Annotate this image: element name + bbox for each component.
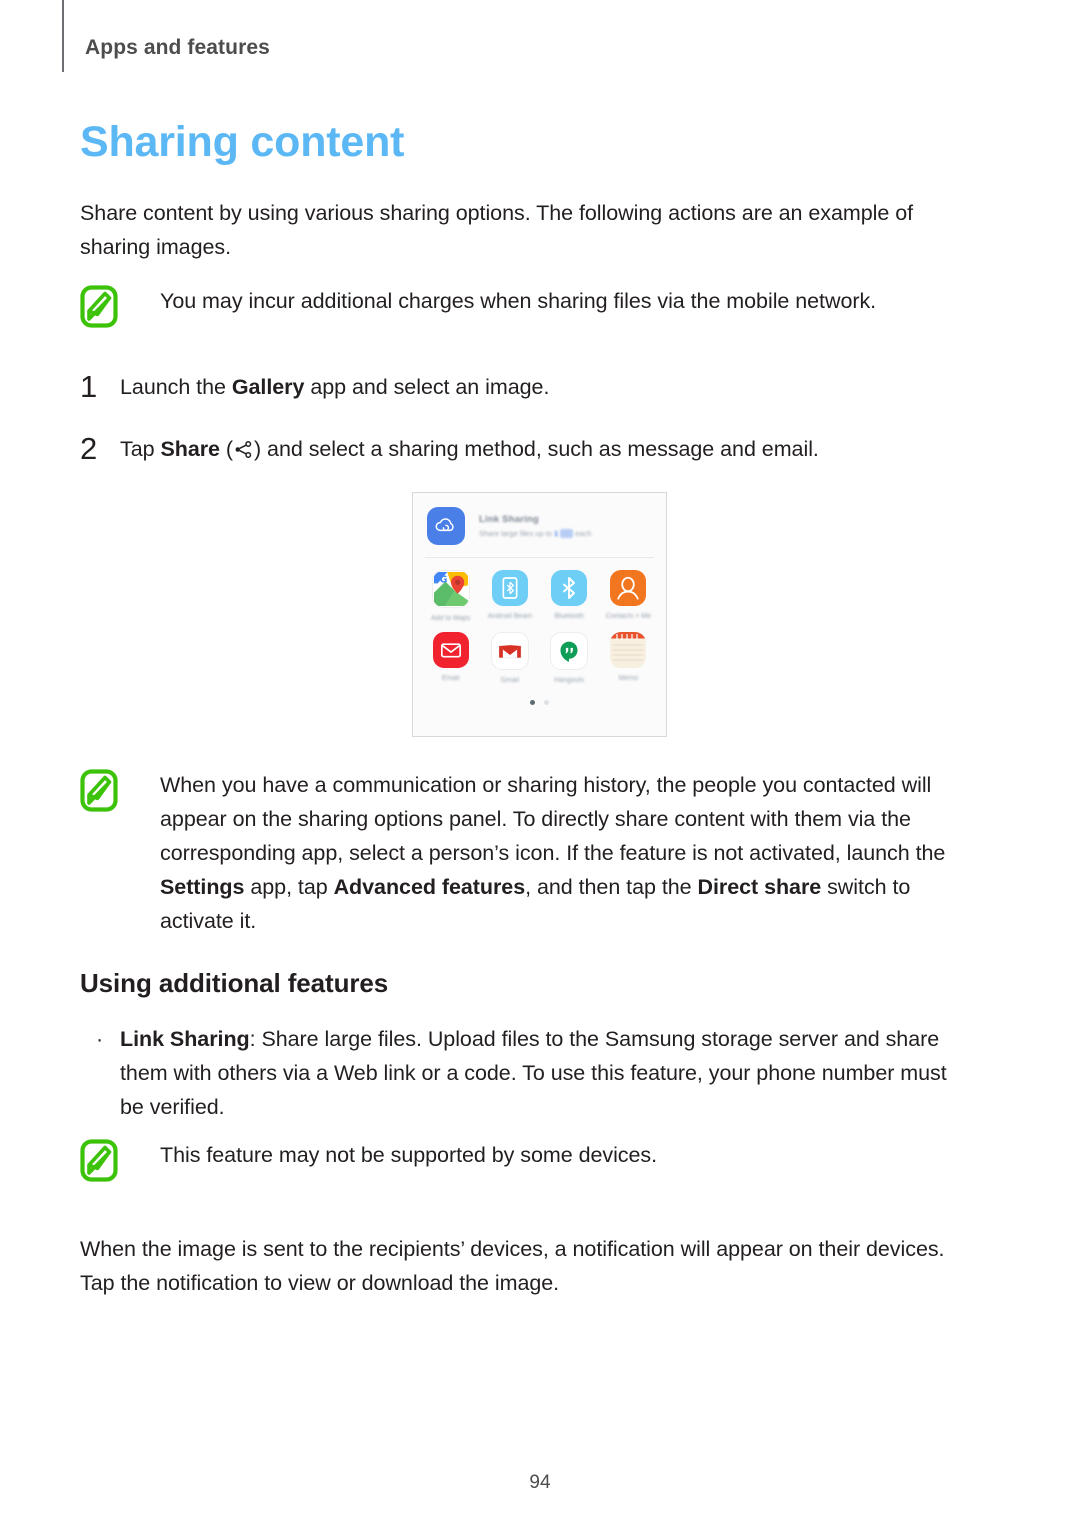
step-1-part-0: Launch the	[120, 375, 232, 399]
gmail-icon	[490, 632, 529, 670]
bullet-marker: ·	[96, 1027, 104, 1051]
share-target-memo[interactable]: Memo	[599, 632, 658, 686]
link-sharing-text: Link Sharing Share large files up to 1 G…	[479, 514, 592, 538]
bullet-link-sharing: · Link Sharing: Share large files. Uploa…	[96, 1022, 976, 1124]
step-1-text: Launch the Gallery app and select an ima…	[120, 370, 549, 404]
sharing-panel-screenshot: Link Sharing Share large files up to 1 G…	[412, 492, 667, 737]
contacts-icon	[610, 570, 647, 606]
share-target-bluetooth[interactable]: Bluetooth	[540, 570, 599, 624]
link-sub-unit: GB	[560, 529, 574, 538]
note-block-direct-share: When you have a communication or sharing…	[78, 768, 978, 938]
svg-text:G: G	[439, 574, 447, 585]
subheading-using-additional-features: Using additional features	[80, 968, 389, 998]
note-block-charges: You may incur additional charges when sh…	[78, 284, 978, 330]
note2-part-4: , and then tap the	[525, 875, 698, 899]
intro-paragraph: Share content by using various sharing o…	[80, 201, 914, 259]
share-target-android-beam[interactable]: Android Beam	[480, 570, 539, 624]
step-2-text: Tap Share ( ) and select a sharing metho…	[120, 432, 819, 469]
share-target-label: Android Beam	[487, 613, 533, 620]
note2-part-direct-share: Direct share	[697, 875, 822, 899]
note2-part-advanced-features: Advanced features	[333, 875, 526, 899]
step-2-part-1: Share	[160, 437, 220, 461]
step-2-part-2: (	[219, 437, 234, 461]
share-target-label: Bluetooth	[554, 613, 584, 620]
note-text: This feature may not be supported by som…	[160, 1143, 658, 1167]
step-2-part-0: Tap	[120, 437, 161, 461]
bullet-text: Link Sharing: Share large files. Upload …	[120, 1022, 976, 1124]
samsung-note-icon	[78, 284, 124, 330]
link-sharing-subtitle: Share large files up to 1 GB each	[479, 529, 592, 538]
note-text: You may incur additional charges when sh…	[160, 289, 877, 313]
share-target-label: Gmail	[500, 677, 520, 684]
share-target-hangouts[interactable]: Hangouts	[540, 632, 599, 686]
breadcrumb-section: Apps and features	[85, 36, 270, 59]
link-sharing-title: Link Sharing	[479, 514, 539, 525]
step-1-part-2: app and select an image.	[304, 375, 550, 399]
share-icon	[234, 435, 253, 469]
cloud-link-icon	[427, 507, 465, 545]
step-2: 2 Tap Share ( ) and select a sharing met…	[80, 432, 960, 469]
share-target-gmail[interactable]: Gmail	[480, 632, 539, 686]
note2-part-settings: Settings	[160, 875, 245, 899]
link-sub-value: 1	[554, 529, 559, 538]
hangouts-icon	[550, 632, 589, 670]
bullet-term: Link Sharing	[120, 1027, 250, 1051]
android-beam-icon	[491, 570, 528, 606]
page-number: 94	[529, 1472, 551, 1493]
email-icon	[432, 632, 469, 668]
page-dot-active[interactable]	[530, 700, 535, 705]
samsung-note-icon	[78, 1138, 124, 1184]
note-block-unsupported: This feature may not be supported by som…	[78, 1138, 978, 1184]
page-indicator	[413, 700, 666, 705]
samsung-note-icon	[78, 768, 124, 814]
note-text: When you have a communication or sharing…	[160, 768, 978, 938]
share-target-contacts[interactable]: Contacts > Me	[599, 570, 658, 624]
note2-part-0: When you have a communication or sharing…	[160, 773, 946, 865]
bluetooth-icon	[551, 570, 588, 606]
share-target-label: Hangouts	[554, 677, 585, 684]
link-sub-suffix: each	[573, 529, 592, 538]
step-1: 1 Launch the Gallery app and select an i…	[80, 370, 960, 404]
link-sharing-row[interactable]: Link Sharing Share large files up to 1 G…	[413, 493, 666, 557]
step-1-number: 1	[80, 369, 98, 404]
share-target-email[interactable]: Email	[421, 632, 480, 686]
note2-part-2: app, tap	[244, 875, 334, 899]
outro-paragraph: When the image is sent to the recipients…	[80, 1237, 945, 1295]
step-1-part-1: Gallery	[231, 375, 305, 399]
share-target-add-to-maps[interactable]: G Add to Maps	[421, 570, 480, 624]
share-app-grid: G Add to Maps Android Beam Bluetooth Con…	[413, 558, 666, 686]
step-2-number: 2	[80, 431, 98, 466]
share-target-label: Email	[441, 675, 460, 682]
share-target-label: Add to Maps	[430, 615, 471, 622]
step-2-part-4: ) and select a sharing method, such as m…	[254, 437, 819, 461]
google-maps-icon: G	[431, 570, 470, 608]
share-target-label: Memo	[618, 675, 639, 682]
page-title: Sharing content	[80, 118, 405, 166]
page-dot[interactable]	[544, 700, 549, 705]
header-rule	[62, 0, 64, 72]
link-sub-prefix: Share large files up to	[479, 529, 555, 538]
share-target-label: Contacts > Me	[605, 613, 652, 620]
memo-icon	[610, 632, 647, 668]
